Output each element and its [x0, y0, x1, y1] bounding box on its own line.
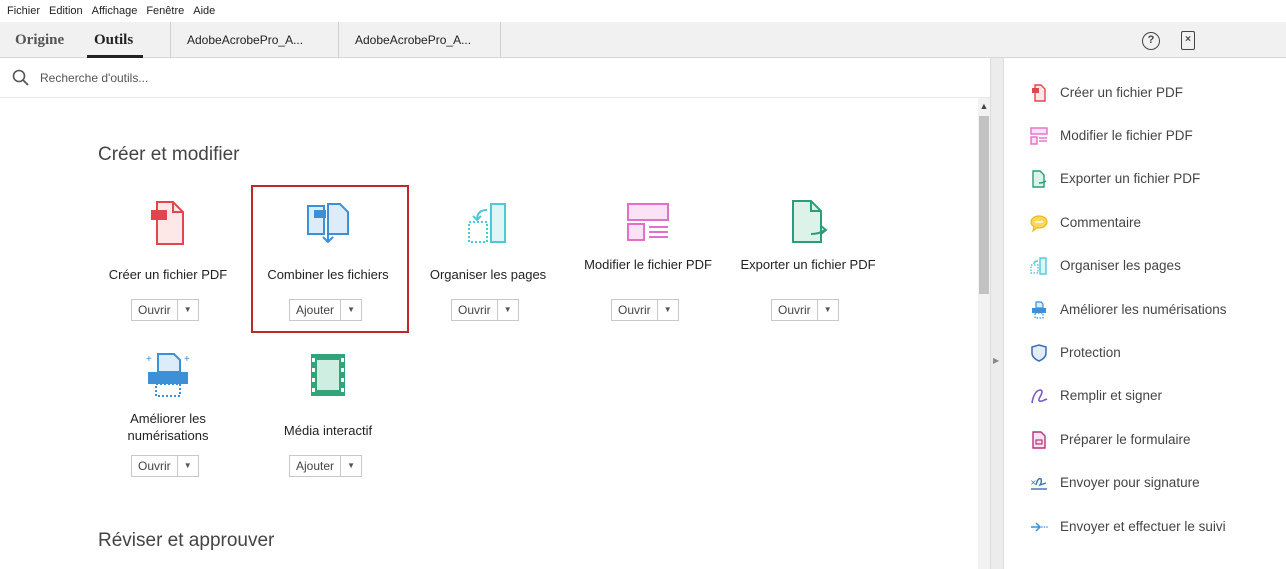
- section-title-review-approve: Réviser et approuver: [98, 530, 275, 551]
- chevron-down-icon[interactable]: ▼: [498, 300, 518, 320]
- open-button[interactable]: Ouvrir ▼: [611, 299, 679, 321]
- right-panel-label: Envoyer et effectuer le suivi: [1060, 519, 1226, 534]
- right-panel-item-create-pdf[interactable]: Créer un fichier PDF: [1004, 78, 1286, 108]
- search-input[interactable]: [40, 68, 440, 88]
- open-button[interactable]: Ouvrir ▼: [451, 299, 519, 321]
- chevron-down-icon[interactable]: ▼: [658, 300, 678, 320]
- tool-label: Créer un fichier PDF: [108, 267, 228, 282]
- collapse-panel-icon[interactable]: ▶: [993, 356, 999, 365]
- right-panel-item-send-signature[interactable]: × Envoyer pour signature: [1004, 468, 1286, 498]
- rich-media-icon: [253, 350, 403, 400]
- right-panel-label: Organiser les pages: [1060, 258, 1181, 273]
- edit-pdf-icon: [1030, 127, 1048, 145]
- panel-splitter[interactable]: ▶: [990, 58, 1004, 569]
- button-label: Ouvrir: [132, 300, 178, 320]
- tab-home[interactable]: Origine: [15, 22, 64, 58]
- enhance-scans-icon: [1032, 301, 1046, 319]
- svg-text:+: +: [184, 354, 190, 365]
- close-document-icon[interactable]: ×: [1181, 31, 1195, 50]
- right-panel-label: Modifier le fichier PDF: [1060, 128, 1193, 143]
- send-track-icon: [1031, 522, 1048, 532]
- button-label: Ouvrir: [452, 300, 498, 320]
- open-button[interactable]: Ouvrir ▼: [771, 299, 839, 321]
- button-label: Ouvrir: [772, 300, 818, 320]
- shield-icon: [1031, 344, 1047, 362]
- comment-icon: [1030, 215, 1048, 232]
- section-title-create-edit: Créer et modifier: [98, 144, 240, 165]
- scroll-thumb[interactable]: [979, 116, 989, 294]
- svg-text:+: +: [146, 354, 152, 365]
- right-panel-item-prepare-form[interactable]: Préparer le formulaire: [1004, 425, 1286, 455]
- tool-label: Combiner les fichiers: [267, 267, 389, 282]
- right-panel-item-export-pdf[interactable]: Exporter un fichier PDF: [1004, 164, 1286, 194]
- combine-files-icon: [253, 198, 403, 248]
- chevron-down-icon[interactable]: ▼: [178, 300, 198, 320]
- scroll-up-icon[interactable]: ▲: [978, 100, 990, 112]
- right-panel-label: Protection: [1060, 345, 1121, 360]
- export-pdf-icon: [1032, 170, 1047, 188]
- right-panel-label: Créer un fichier PDF: [1060, 85, 1184, 100]
- button-label: Ajouter: [290, 456, 342, 476]
- button-label: Ajouter: [290, 300, 342, 320]
- chevron-down-icon[interactable]: ▼: [341, 300, 361, 320]
- right-panel-item-edit-pdf[interactable]: Modifier le fichier PDF: [1004, 121, 1286, 151]
- search-icon: [12, 69, 29, 86]
- svg-text:×: ×: [1030, 478, 1037, 487]
- tool-label: Améliorer les numérisations: [127, 411, 209, 443]
- add-button[interactable]: Ajouter ▼: [289, 299, 363, 321]
- tool-search-bar: [0, 58, 990, 98]
- tab-bar: Origine Outils AdobeAcrobePro_A... Adobe…: [0, 22, 1286, 58]
- chevron-down-icon[interactable]: ▼: [178, 456, 198, 476]
- send-signature-icon: ×: [1030, 477, 1047, 490]
- tool-label: Média interactif: [283, 423, 373, 438]
- help-icon[interactable]: ?: [1142, 32, 1160, 50]
- menu-file[interactable]: Fichier: [7, 5, 40, 17]
- tab-tools[interactable]: Outils: [94, 22, 133, 58]
- prepare-form-icon: [1032, 431, 1046, 449]
- menu-window[interactable]: Fenêtre: [146, 5, 184, 17]
- right-panel-item-fill-sign[interactable]: Remplir et signer: [1004, 381, 1286, 411]
- right-panel-item-send-track[interactable]: Envoyer et effectuer le suivi: [1004, 512, 1286, 542]
- tool-label: Modifier le fichier PDF: [584, 257, 712, 272]
- open-button[interactable]: Ouvrir ▼: [131, 299, 199, 321]
- right-panel-label: Envoyer pour signature: [1060, 475, 1200, 490]
- open-button[interactable]: Ouvrir ▼: [131, 455, 199, 477]
- menu-bar: Fichier Edition Affichage Fenêtre Aide: [0, 0, 1286, 22]
- button-label: Ouvrir: [132, 456, 178, 476]
- right-panel-item-organize-pages[interactable]: Organiser les pages: [1004, 251, 1286, 281]
- chevron-down-icon[interactable]: ▼: [818, 300, 838, 320]
- create-pdf-icon: [93, 198, 243, 248]
- fill-sign-icon: [1031, 389, 1048, 404]
- right-panel-label: Préparer le formulaire: [1060, 432, 1191, 447]
- tab-document-1[interactable]: AdobeAcrobePro_A...: [170, 22, 338, 58]
- button-label: Ouvrir: [612, 300, 658, 320]
- right-panel-label: Remplir et signer: [1060, 388, 1163, 403]
- right-panel-item-enhance-scans[interactable]: Améliorer les numérisations: [1004, 295, 1286, 325]
- right-panel-label: Commentaire: [1060, 215, 1142, 230]
- tool-label: Exporter un fichier PDF: [740, 257, 876, 272]
- organize-pages-icon: [413, 198, 563, 248]
- right-panel-label: Améliorer les numérisations: [1060, 302, 1227, 317]
- export-pdf-icon: [733, 198, 883, 248]
- menu-view[interactable]: Affichage: [92, 5, 138, 17]
- add-button[interactable]: Ajouter ▼: [289, 455, 363, 477]
- tab-document-2[interactable]: AdobeAcrobePro_A...: [338, 22, 501, 58]
- tool-label: Organiser les pages: [429, 267, 547, 282]
- right-panel-item-comment[interactable]: Commentaire: [1004, 208, 1286, 238]
- menu-edit[interactable]: Edition: [49, 5, 83, 17]
- create-pdf-icon: [1032, 84, 1046, 102]
- enhance-scans-icon: + +: [93, 350, 243, 400]
- menu-help[interactable]: Aide: [193, 5, 215, 17]
- organize-pages-icon: [1030, 257, 1047, 275]
- chevron-down-icon[interactable]: ▼: [341, 456, 361, 476]
- right-panel-item-protection[interactable]: Protection: [1004, 338, 1286, 368]
- edit-pdf-icon: [573, 198, 723, 248]
- right-tools-panel: Créer un fichier PDF Modifier le fichier…: [1004, 58, 1286, 569]
- right-panel-label: Exporter un fichier PDF: [1060, 171, 1201, 186]
- vertical-scrollbar[interactable]: ▲: [978, 98, 990, 569]
